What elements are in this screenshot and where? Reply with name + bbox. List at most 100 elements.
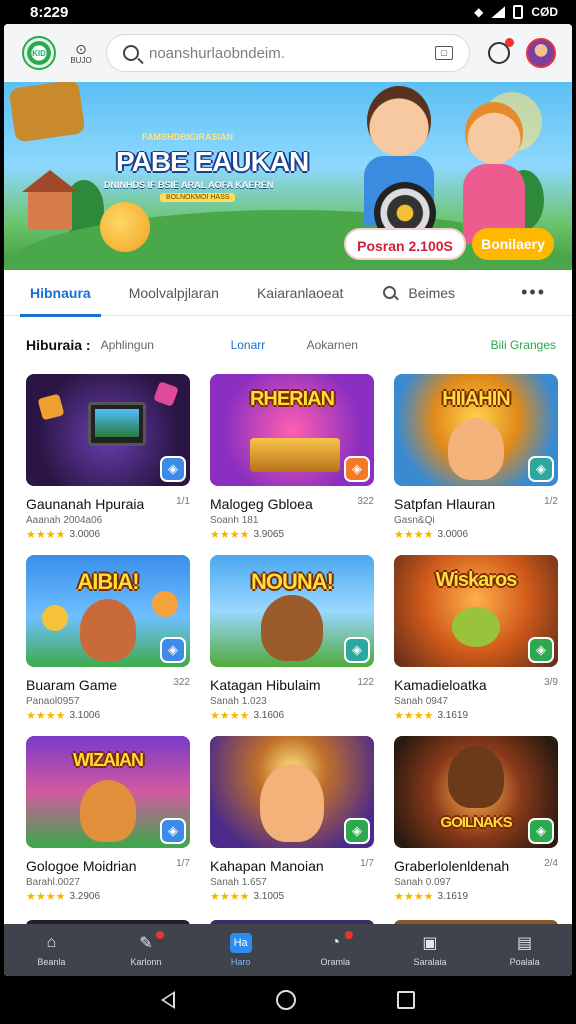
banner-mini-label: BOLNOKMOI HASS <box>160 193 236 202</box>
star-rating-icon: ★★★★ <box>210 710 250 722</box>
game-card[interactable]: NOUNA! ◈ Katagan Hibulaim 122 Sanah 1.023… <box>210 555 374 722</box>
thumbnail-title-art: NOUNA! <box>251 569 334 594</box>
game-card[interactable]: WIZAIAN ◈ Gologoe Moidrian 1/7 Barahl.002… <box>26 736 190 903</box>
nav-badge-dot <box>155 931 164 939</box>
game-thumbnail[interactable]: RHERIAN ◈ <box>210 374 374 486</box>
character-art <box>448 746 504 808</box>
logo-icon[interactable]: KID <box>22 36 56 70</box>
game-badge-icon: ◈ <box>344 456 370 482</box>
game-thumbnail[interactable]: WIZAIAN ◈ <box>26 736 190 848</box>
game-thumbnail[interactable]: HIIAHIN ◈ <box>394 374 558 486</box>
game-badge-icon: ◈ <box>528 637 554 663</box>
game-name: Gologoe Moidrian <box>26 858 137 874</box>
game-name: Kamadieloatka <box>394 677 487 693</box>
home-icon: ⌂ <box>46 934 57 951</box>
game-thumbnail[interactable]: ◈ <box>210 736 374 848</box>
game-rating: 3.0006 <box>69 529 101 540</box>
game-thumbnail[interactable]: ◈ <box>26 374 190 486</box>
star-rating-icon: ★★★★ <box>26 891 66 903</box>
tab-hibnaura[interactable]: Hibnaura <box>18 270 103 317</box>
game-developer: Gasn&Qi <box>394 515 435 526</box>
nav-label: Oramla <box>320 957 351 967</box>
game-card[interactable]: AIBIA! ◈ Buaram Game 322 Panaol0957 ★★★★ 3… <box>26 555 190 722</box>
back-icon[interactable] <box>160 991 175 1009</box>
game-thumbnail[interactable]: Wiskaros ◈ <box>394 555 558 667</box>
search-icon <box>383 286 397 299</box>
filter-chip-active[interactable]: Lonarr <box>231 338 301 352</box>
notification-icon[interactable] <box>488 38 514 64</box>
nav-badge-dot <box>345 931 354 939</box>
game-rating: 3.9065 <box>253 529 285 540</box>
game-developer: Sanah 1.657 <box>210 877 267 888</box>
game-badge-icon: ◈ <box>160 637 186 663</box>
game-card[interactable]: GOILNAKS ◈ Graberlolenldenah 2/4 Sanah 0.… <box>394 736 558 903</box>
game-thumbnail[interactable]: AIBIA! ◈ <box>26 555 190 667</box>
game-name: Gaunanah Hpuraia <box>26 496 145 512</box>
section-subtitle: Aphlingun <box>100 338 154 352</box>
recents-icon[interactable] <box>397 991 416 1009</box>
promo-banner[interactable]: FAMSHDBIGIRASIAN PABE EAUKAN DNINHDS IF … <box>4 82 572 270</box>
banner-primary-button[interactable]: Posran 2.100S <box>344 228 466 260</box>
more-options-icon[interactable]: ••• <box>521 282 546 303</box>
game-grid: ◈ Gaunanah Hpuraia 1/1 Aaanah 2004a06 ★★★… <box>4 374 572 903</box>
game-developer: Panaol0957 <box>26 696 80 707</box>
game-thumbnail[interactable]: NOUNA! ◈ <box>210 555 374 667</box>
game-name: Buaram Game <box>26 677 118 693</box>
game-developer: Aaanah 2004a06 <box>26 515 103 526</box>
location-label: BUJO <box>70 55 92 65</box>
game-rating: 3.0006 <box>437 529 469 540</box>
tab-kaiaranlaoeat[interactable]: Kaiaranlaoeat <box>245 270 355 316</box>
tab-moolvalpjlaran[interactable]: Moolvalpjlaran <box>117 270 231 316</box>
nav-item-edit[interactable]: ✎ Karlonn <box>106 931 186 967</box>
top-app-bar: KID ⊙ BUJO noanshurlaobndeim. ▢ <box>4 24 572 82</box>
thumbnail-title-art: HIIAHIN <box>442 388 510 410</box>
scan-icon[interactable]: ▢ <box>435 46 453 60</box>
game-card[interactable]: Wiskaros ◈ Kamadieloatka 3/9 Sanah 0947 ★… <box>394 555 558 722</box>
status-icons: ◆ CØD <box>474 5 558 19</box>
library-icon: ▣ <box>422 935 438 952</box>
nav-item-profile[interactable]: ▤ Poalala <box>485 933 565 967</box>
game-rank: 1/7 <box>360 858 374 869</box>
nav-item-library[interactable]: ▣ Saralaia <box>390 933 470 967</box>
star-rating-icon: ★★★★ <box>210 891 250 903</box>
nav-label: Saralaia <box>413 957 447 967</box>
category-tabs: Hibnaura Moolvalpjlaran Kaiaranlaoeat Be… <box>4 270 572 317</box>
nav-item-games[interactable]: Ha Haro <box>201 933 281 967</box>
game-card[interactable]: ◈ Kahapan Manoian 1/7 Sanah 1.657 ★★★★ 3.1… <box>210 736 374 903</box>
game-name: Graberlolenldenah <box>394 858 510 874</box>
game-badge-icon: ◈ <box>528 456 554 482</box>
star-rating-icon: ★★★★ <box>26 529 66 541</box>
search-input[interactable]: noanshurlaobndeim. <box>149 45 425 62</box>
location-button[interactable]: ⊙ BUJO <box>66 42 96 65</box>
filter-chip[interactable]: Aokarnen <box>307 338 447 352</box>
tab-search[interactable]: Beimes <box>383 285 455 301</box>
tab-search-label: Beimes <box>408 284 456 301</box>
nav-item-home[interactable]: ⌂ Beanla <box>11 933 91 967</box>
game-card[interactable]: RHERIAN ◈ Malogeg Gbloea 322 Soanh 181 ★★… <box>210 374 374 541</box>
banner-chest-art <box>8 82 86 143</box>
character-art <box>260 764 324 842</box>
home-circle-icon[interactable] <box>275 990 296 1010</box>
star-rating-icon: ★★★★ <box>394 891 434 903</box>
banner-secondary-button[interactable]: Bonilaery <box>472 228 554 260</box>
star-rating-icon: ★★★★ <box>394 529 434 541</box>
game-card[interactable]: HIIAHIN ◈ Satpfan Hlauran 1/2 Gasn&Qi ★★★… <box>394 374 558 541</box>
status-time: 8:229 <box>30 3 69 21</box>
banner-kicker: FAMSHDBIGIRASIAN <box>142 132 234 142</box>
games-icon: Ha <box>229 933 252 953</box>
game-badge-icon: ◈ <box>160 818 186 844</box>
search-bar[interactable]: noanshurlaobndeim. ▢ <box>106 34 470 72</box>
game-card[interactable]: ◈ Gaunanah Hpuraia 1/1 Aaanah 2004a06 ★★★… <box>26 374 190 541</box>
game-developer: Sanah 0947 <box>394 696 448 707</box>
character-art <box>80 599 136 661</box>
see-all-link[interactable]: Bili Granges <box>491 338 556 352</box>
game-rank: 1/2 <box>544 496 558 507</box>
game-name: Satpfan Hlauran <box>394 496 496 512</box>
avatar[interactable] <box>526 38 556 68</box>
thumbnail-title-art: RHERIAN <box>249 388 335 410</box>
treasure-art <box>250 438 340 472</box>
nav-item-download[interactable]: ◔ Oramla <box>295 931 375 967</box>
logo-text: KID <box>32 48 46 58</box>
game-rank: 122 <box>357 677 374 688</box>
game-thumbnail[interactable]: GOILNAKS ◈ <box>394 736 558 848</box>
